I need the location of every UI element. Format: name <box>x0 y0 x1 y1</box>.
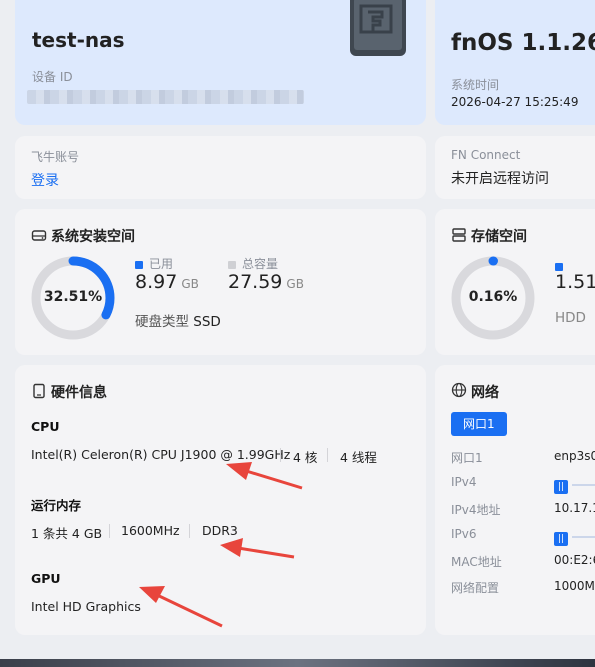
memory-amount: 1 条共 4 GB <box>31 526 103 541</box>
login-link[interactable]: 登录 <box>31 170 59 190</box>
storage-space-title: 存储空间 <box>471 229 527 245</box>
divider <box>280 448 281 462</box>
divider <box>109 524 110 538</box>
storage-used-value: 1.51 <box>555 271 595 293</box>
used-legend-swatch <box>135 260 143 269</box>
network-row-value: 10.17.1 <box>554 501 595 515</box>
network-card: 网络 网口1 网口1 enp3s0 IPv4 || IPv4地址 10.17.1… <box>435 365 595 635</box>
total-legend: 总容量 <box>228 255 278 272</box>
bottom-strip <box>0 659 595 667</box>
total-legend-swatch <box>228 260 236 269</box>
account-card: 飞牛账号 登录 <box>15 136 426 199</box>
total-unit: GB <box>286 277 304 291</box>
used-value: 8.97 <box>135 271 178 293</box>
divider <box>189 524 190 538</box>
used-amount: 8.97 GB <box>135 271 199 293</box>
fn-connect-label: FN Connect <box>451 148 521 162</box>
system-time-label: 系统时间 <box>451 78 500 92</box>
storage-disk-type: HDD <box>555 310 586 326</box>
ipv6-toggle-icon[interactable]: || <box>554 526 595 546</box>
disk-type: 硬盘类型 SSD <box>135 310 221 330</box>
network-row-label: IPv4地址 <box>451 503 501 517</box>
system-space-ring: 32.51% <box>31 256 115 340</box>
cpu-cores: 4 核 <box>293 450 318 465</box>
network-row-label: MAC地址 <box>451 555 502 569</box>
cpu-model: Intel(R) Celeron(R) CPU J1900 @ 1.99GHz <box>31 447 291 462</box>
tab-port-1[interactable]: 网口1 <box>451 412 507 436</box>
divider <box>327 448 328 462</box>
gpu-model: Intel HD Graphics <box>31 599 141 614</box>
device-name: test-nas <box>32 28 125 52</box>
network-row-value: 00:E2:6 <box>554 553 595 567</box>
cpu-threads: 4 线程 <box>340 450 377 465</box>
drive-icon <box>31 227 47 247</box>
memory-type: DDR3 <box>202 523 238 538</box>
os-name: fnOS 1.1.26 <box>451 30 595 56</box>
system-time-value: 2026-04-27 15:25:49 <box>451 95 579 109</box>
storage-icon <box>451 227 467 247</box>
network-row-value: 1000MI <box>554 579 595 593</box>
account-label: 飞牛账号 <box>31 150 80 164</box>
disk-type-value: SSD <box>193 314 221 330</box>
disk-type-label: 硬盘类型 <box>135 314 189 330</box>
network-row-value: enp3s0 <box>554 449 595 463</box>
gpu-label: GPU <box>31 571 61 586</box>
network-row-label: 网口1 <box>451 451 483 465</box>
network-row-label: 网络配置 <box>451 581 500 595</box>
used-unit: GB <box>181 277 199 291</box>
memory-speed: 1600MHz <box>121 523 180 538</box>
hardware-title: 硬件信息 <box>51 385 107 401</box>
device-card: test-nas 设备 ID <box>15 0 426 125</box>
used-legend: 已用 <box>135 255 173 272</box>
hardware-icon <box>31 383 47 403</box>
fn-connect-card: FN Connect 未开启远程访问 <box>435 136 595 199</box>
nas-device-icon <box>348 0 408 60</box>
network-title: 网络 <box>471 385 499 401</box>
globe-icon <box>451 382 467 402</box>
hardware-card: 硬件信息 CPU Intel(R) Celeron(R) CPU J1900 @… <box>15 365 426 635</box>
system-space-card: 系统安装空间 32.51% 已用 8.97 GB 总容量 27.59 GB 硬盘类型… <box>15 209 426 355</box>
os-card: fnOS 1.1.26 系统时间 2026-04-27 15:25:49 <box>435 0 595 125</box>
system-space-percent: 32.51% <box>43 289 103 305</box>
cpu-label: CPU <box>31 419 60 434</box>
ipv4-toggle-icon[interactable]: || <box>554 474 595 494</box>
device-id-label: 设备 ID <box>32 70 73 84</box>
used-label: 已用 <box>149 257 174 271</box>
total-amount: 27.59 GB <box>228 271 304 293</box>
storage-space-card: 存储空间 0.16% 1.51 HDD <box>435 209 595 355</box>
memory-label: 运行内存 <box>31 498 82 513</box>
storage-space-percent: 0.16% <box>468 289 518 305</box>
network-row-label: IPv4 <box>451 475 477 489</box>
system-space-title: 系统安装空间 <box>51 229 135 245</box>
total-value: 27.59 <box>228 271 283 293</box>
total-label: 总容量 <box>242 257 279 271</box>
storage-space-ring: 0.16% <box>451 256 535 340</box>
fn-connect-status: 未开启远程访问 <box>451 171 549 187</box>
device-id-redacted <box>27 90 304 104</box>
network-row-label: IPv6 <box>451 527 477 541</box>
